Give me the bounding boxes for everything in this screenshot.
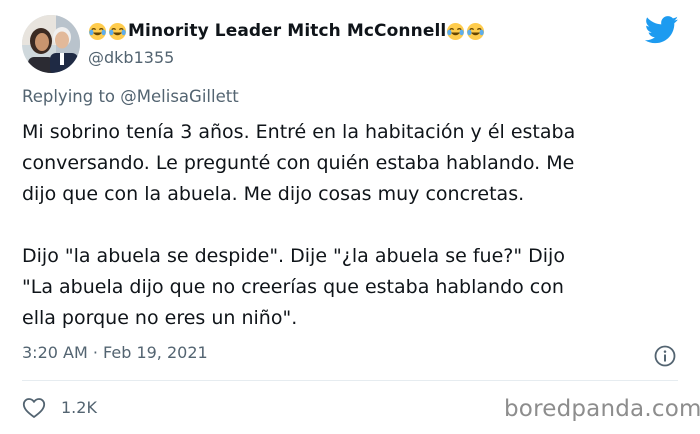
tweet-text: Mi sobrino tenía 3 años. Entré en la hab… bbox=[22, 121, 576, 329]
divider bbox=[22, 380, 678, 381]
twitter-bird-icon[interactable] bbox=[645, 16, 679, 44]
info-icon[interactable] bbox=[653, 344, 677, 368]
like-count: 1.2K bbox=[61, 398, 97, 417]
replying-to: Replying to @MelisaGillett bbox=[22, 87, 239, 106]
tweet-timestamp[interactable]: 3:20 AM · Feb 19, 2021 bbox=[22, 343, 208, 362]
avatar[interactable] bbox=[22, 15, 80, 73]
author-name-row[interactable]: Minority Leader Mitch McConnell bbox=[88, 19, 486, 43]
author-display-name[interactable]: Minority Leader Mitch McConnell bbox=[128, 21, 446, 41]
joy-emoji-icon bbox=[108, 22, 127, 40]
joy-emoji-icon bbox=[447, 22, 465, 40]
heart-icon[interactable] bbox=[22, 397, 46, 419]
replying-prefix: Replying to bbox=[22, 87, 121, 106]
author-handle[interactable]: @dkb1355 bbox=[88, 48, 174, 67]
joy-emoji-icon bbox=[467, 22, 485, 40]
watermark: boredpanda.com bbox=[504, 396, 700, 422]
joy-emoji-icon bbox=[88, 22, 107, 40]
reply-mention-link[interactable]: @MelisaGillett bbox=[120, 87, 238, 106]
